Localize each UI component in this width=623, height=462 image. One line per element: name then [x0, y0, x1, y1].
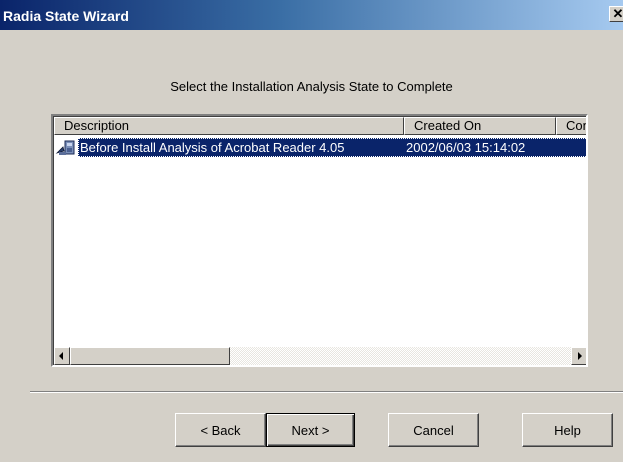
title-bar[interactable]: Radia State Wizard ✕	[0, 0, 623, 30]
horizontal-scrollbar[interactable]	[54, 347, 586, 365]
separator	[30, 391, 623, 393]
arrow-left-icon	[59, 352, 63, 360]
help-button[interactable]: Help	[522, 413, 613, 447]
column-header-created-on[interactable]: Created On	[404, 117, 556, 135]
package-state-icon	[55, 139, 77, 157]
arrow-right-icon	[578, 352, 582, 360]
scroll-right-button[interactable]	[571, 347, 586, 365]
instruction-text: Select the Installation Analysis State t…	[170, 79, 453, 94]
list-item[interactable]: Before Install Analysis of Acrobat Reade…	[54, 138, 586, 158]
window-title: Radia State Wizard	[3, 8, 129, 24]
column-header-con[interactable]: Con	[556, 117, 586, 135]
state-list[interactable]: Description Created On Con Before Instal…	[51, 114, 588, 367]
next-button[interactable]: Next >	[266, 413, 355, 447]
list-header: Description Created On Con	[54, 117, 586, 135]
close-icon: ✕	[612, 6, 623, 21]
back-button[interactable]: < Back	[175, 413, 266, 447]
column-header-description[interactable]: Description	[54, 117, 404, 135]
scroll-left-button[interactable]	[54, 347, 70, 365]
row-created-on: 2002/06/03 15:14:02	[406, 140, 526, 155]
scrollbar-thumb[interactable]	[70, 347, 230, 365]
cancel-button[interactable]: Cancel	[388, 413, 479, 447]
close-button[interactable]: ✕	[609, 6, 623, 22]
row-description: Before Install Analysis of Acrobat Reade…	[80, 140, 345, 155]
